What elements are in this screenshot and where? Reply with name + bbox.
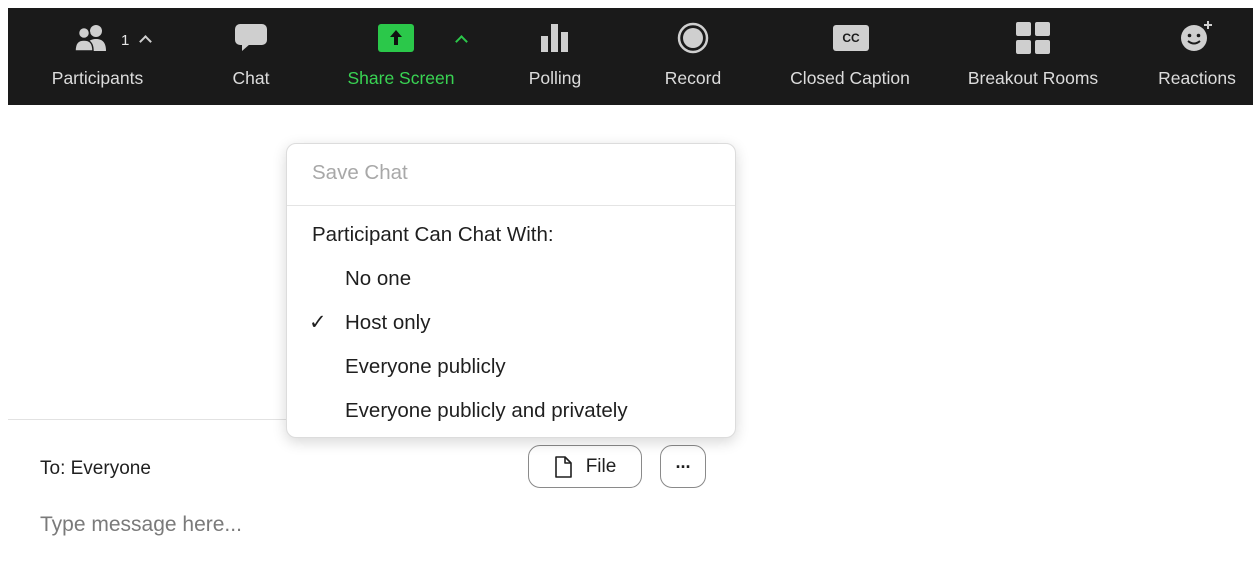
share-screen-button[interactable]: Share Screen	[330, 8, 472, 105]
participants-icon	[74, 25, 106, 52]
file-icon	[554, 455, 572, 478]
meeting-toolbar: 1 Participants Chat Share Screen Polling…	[8, 8, 1253, 105]
reactions-label: Reactions	[1158, 68, 1236, 88]
grid-icon	[1016, 22, 1050, 54]
option-label: No one	[345, 267, 412, 290]
option-label: Everyone publicly and privately	[345, 399, 628, 422]
save-chat-item[interactable]: Save Chat	[312, 161, 735, 185]
share-screen-icon	[378, 24, 414, 52]
ellipsis-icon: ···	[675, 456, 692, 477]
chat-button[interactable]: Chat	[221, 8, 281, 105]
chat-permission-header: Participant Can Chat With:	[312, 223, 554, 246]
breakout-rooms-button[interactable]: Breakout Rooms	[953, 8, 1113, 105]
chevron-up-icon[interactable]	[139, 35, 152, 48]
menu-separator	[287, 205, 735, 206]
checkmark-icon: ✓	[309, 311, 327, 334]
more-options-button[interactable]: ···	[660, 445, 706, 488]
chat-bubble-icon	[235, 24, 267, 51]
record-label: Record	[664, 68, 722, 88]
message-input[interactable]	[40, 505, 700, 545]
participants-icon-wrap: 1	[35, 8, 160, 58]
breakout-rooms-label: Breakout Rooms	[967, 68, 1099, 88]
closed-caption-button[interactable]: CC Closed Caption	[775, 8, 925, 105]
participant-count: 1	[121, 32, 130, 49]
share-screen-label: Share Screen	[347, 68, 455, 88]
polling-label: Polling	[528, 68, 582, 88]
polling-button[interactable]: Polling	[515, 8, 595, 105]
closed-caption-label: Closed Caption	[790, 68, 910, 88]
bar-chart-icon	[541, 24, 568, 52]
chat-label: Chat	[232, 68, 270, 88]
file-button[interactable]: File	[528, 445, 642, 488]
record-icon	[677, 22, 709, 54]
option-label: Everyone publicly	[345, 355, 506, 378]
participants-button[interactable]: 1 Participants	[35, 8, 160, 105]
emoji-plus-icon	[1181, 21, 1212, 51]
reactions-button[interactable]: Reactions	[1148, 8, 1246, 105]
participants-label: Participants	[51, 68, 144, 88]
file-button-label: File	[585, 455, 617, 477]
option-label: Host only	[345, 311, 431, 334]
record-button[interactable]: Record	[653, 8, 733, 105]
chat-settings-menu: Save Chat Participant Can Chat With: No …	[286, 143, 736, 438]
divider	[8, 419, 288, 420]
cc-icon-text: CC	[842, 31, 860, 45]
chevron-up-icon[interactable]	[455, 35, 468, 48]
recipient-selector[interactable]: To: Everyone	[40, 458, 151, 480]
